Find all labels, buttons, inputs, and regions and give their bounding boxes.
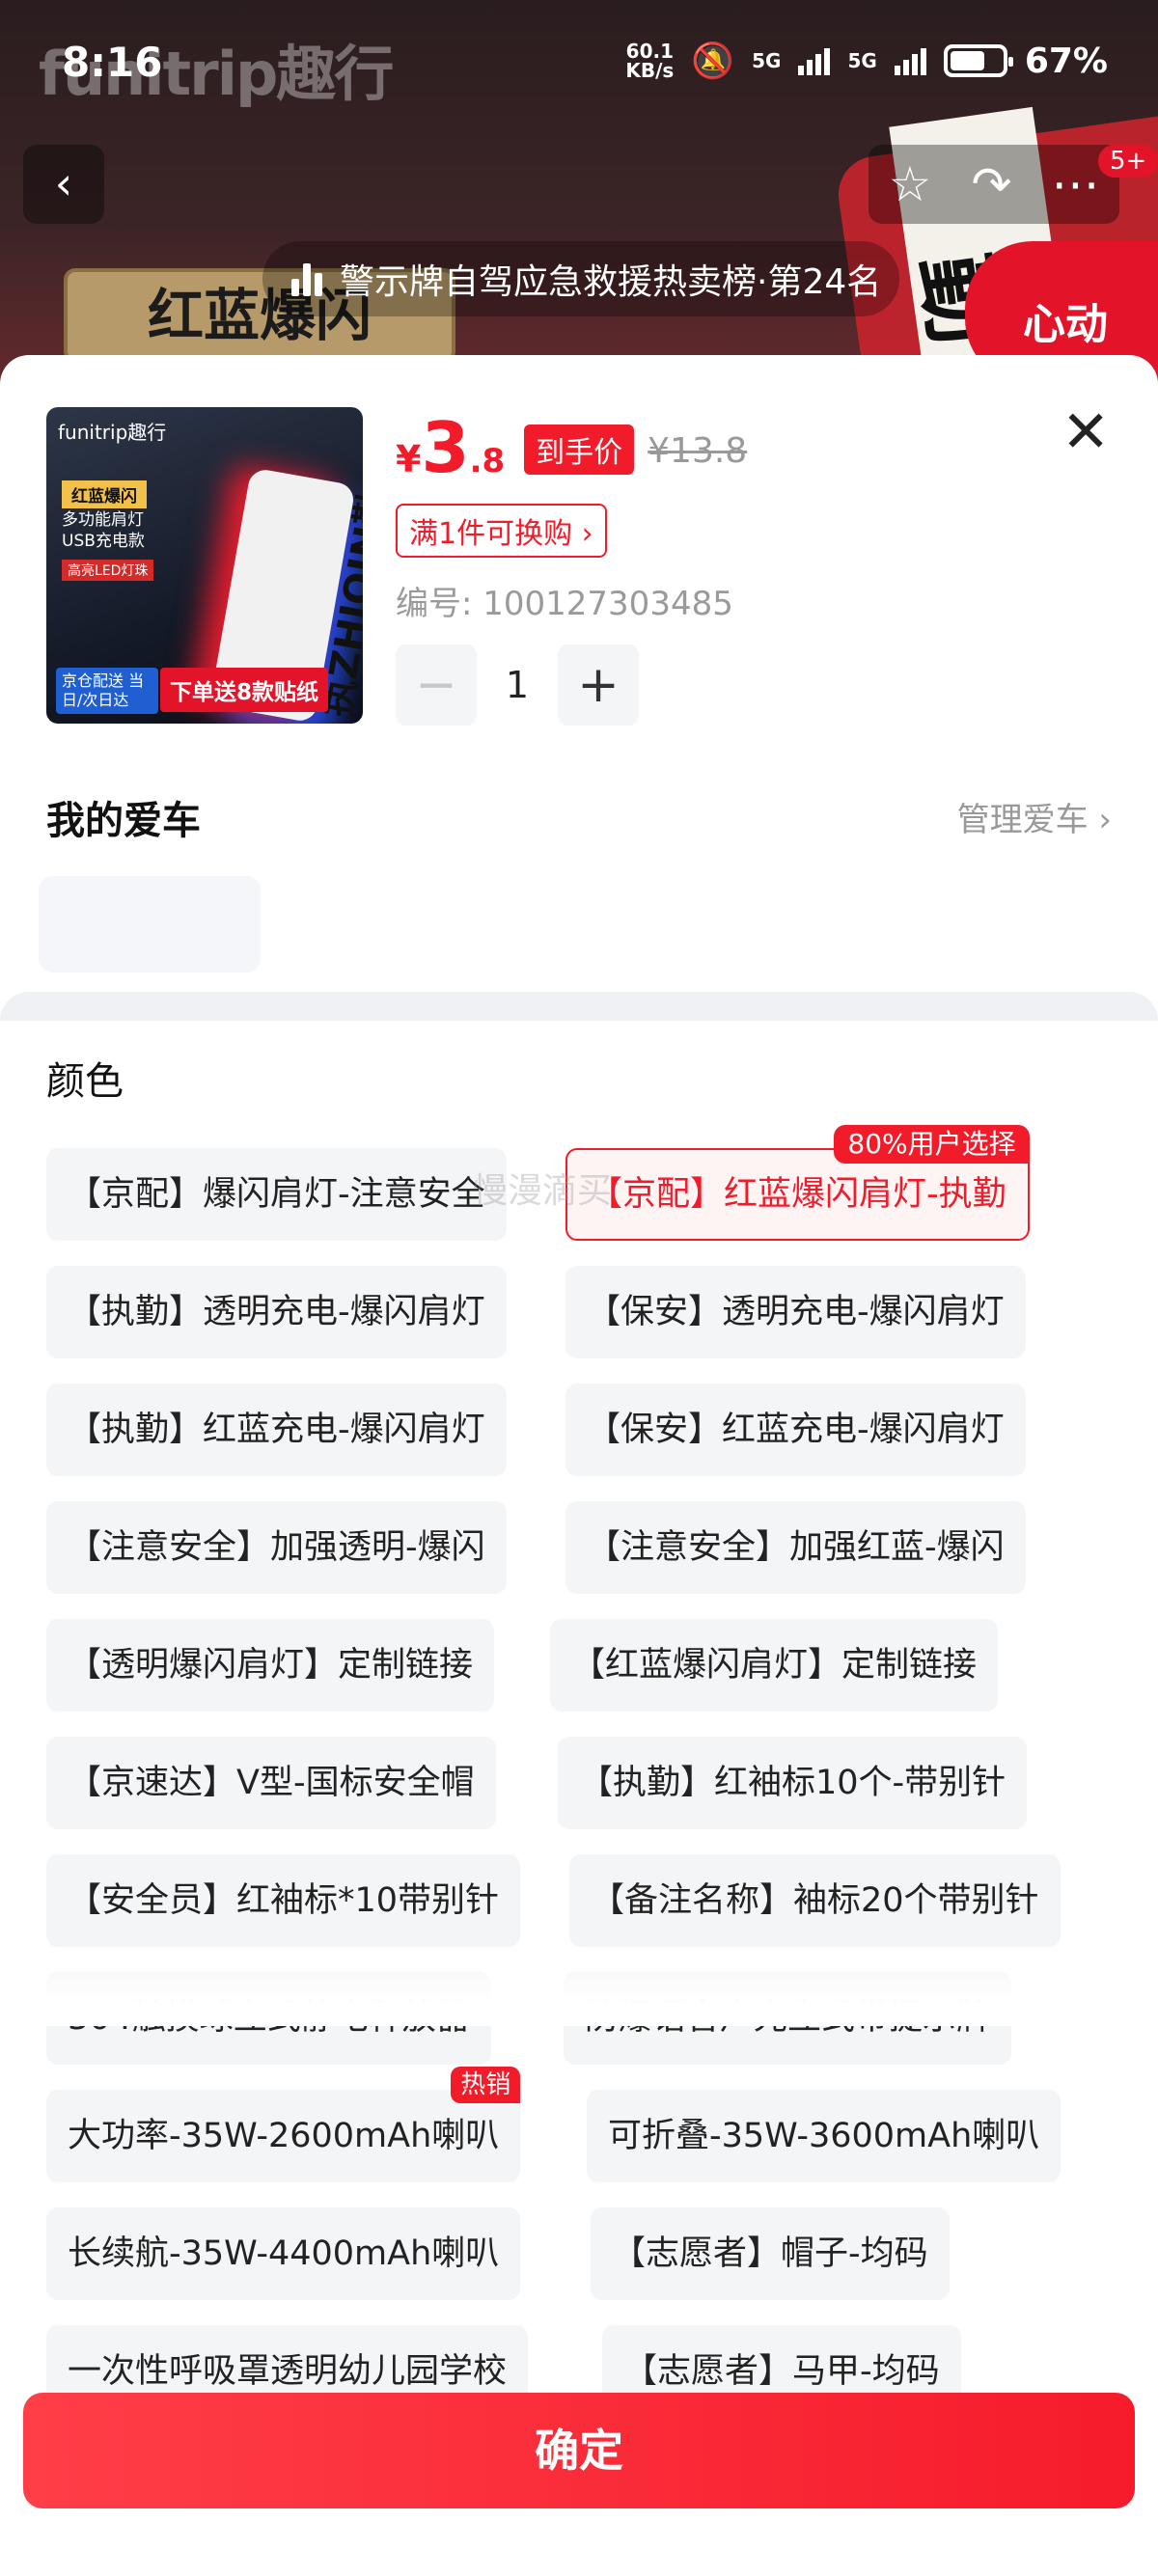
sku-selector-sheet: funitrip趣行 红蓝爆闪 多功能肩灯 USB充电款 高亮LED灯珠 执ZH… — [0, 355, 1158, 2576]
notification-badge: 5+ — [1098, 145, 1158, 178]
color-option[interactable]: 【安全员】红袖标*10带别针 — [46, 1854, 521, 1947]
color-option-label: 【红蓝爆闪肩灯】定制链接 — [571, 1646, 978, 1685]
status-bar: 8:16 60.1 KB/s 🔕 5G 5G 67% — [0, 0, 1158, 125]
car-card[interactable] — [39, 876, 261, 973]
quantity-stepper: − 1 + — [396, 644, 639, 726]
back-button[interactable]: ‹ — [23, 145, 104, 224]
manage-car-link[interactable]: 管理爱车 › — [957, 793, 1112, 840]
color-option[interactable]: 【京速达】V型-国标安全帽 — [46, 1737, 496, 1829]
price-integer: 3 — [421, 407, 470, 488]
color-option[interactable]: 【执勤】透明充电-爆闪肩灯 — [46, 1266, 507, 1358]
color-option-label: 【执勤】红蓝充电-爆闪肩灯 — [68, 1411, 485, 1449]
color-section: 颜色 【京配】爆闪肩灯-注意安全 【京配】红蓝爆闪肩灯-执勤 80%用户选择【执勤】… — [0, 1021, 1158, 2418]
color-option-label: 【执勤】红袖标10个-带别针 — [579, 1764, 1006, 1802]
color-option[interactable]: 【备注名称】袖标20个带别针 — [569, 1854, 1061, 1947]
color-option-label: 长续航-35W-4400mAh喇叭 — [68, 2234, 500, 2273]
sku-number: 编号: 100127303485 — [396, 585, 733, 623]
color-option-label: 【安全员】红袖标*10带别针 — [68, 1881, 500, 1920]
my-car-title: 我的爱车 — [46, 799, 201, 843]
net-speed: 60.1 KB/s — [625, 40, 675, 82]
color-option-label: 【注意安全】加强透明-爆闪 — [68, 1528, 485, 1567]
thumb-logo: funitrip趣行 — [58, 421, 167, 444]
color-option[interactable]: 【志愿者】帽子-均码 — [591, 2207, 950, 2300]
color-option-label: 【京配】红蓝爆闪肩灯-执勤 — [589, 1175, 1006, 1214]
hot-sale-tag: 热销 — [451, 2067, 521, 2103]
star-icon[interactable]: ☆ — [889, 156, 932, 212]
thumb-gift-badge: 下单送8款贴纸 — [160, 668, 329, 712]
color-option[interactable]: 长续航-35W-4400mAh喇叭 — [46, 2207, 521, 2300]
watermark: 慢漫滴买 — [473, 1171, 613, 1211]
trade-in-coupon[interactable]: 满1件可换购 › — [396, 504, 607, 558]
color-option[interactable]: 【执勤】红蓝充电-爆闪肩灯 — [46, 1384, 507, 1476]
color-option-label: 【注意安全】加强红蓝-爆闪 — [587, 1528, 1005, 1567]
color-option-label: 【备注名称】袖标20个带别针 — [591, 1881, 1039, 1920]
product-summary: funitrip趣行 红蓝爆闪 多功能肩灯 USB充电款 高亮LED灯珠 执ZH… — [0, 355, 1158, 760]
my-car-section: 我的爱车 管理爱车 › — [0, 760, 1158, 1021]
color-option[interactable]: 【京配】爆闪肩灯-注意安全 — [46, 1148, 507, 1241]
color-option[interactable]: 【保安】透明充电-爆闪肩灯 — [565, 1266, 1026, 1358]
color-option[interactable]: 【执勤】红袖标10个-带别针 — [558, 1737, 1028, 1829]
color-title: 颜色 — [46, 1059, 124, 1104]
color-option-label: 大功率-35W-2600mAh喇叭 — [68, 2117, 500, 2155]
price-row: ¥ 3 .8 到手价 ¥13.8 — [396, 413, 747, 484]
color-option-label: 【志愿者】帽子-均码 — [612, 2234, 928, 2273]
hand-price-label: 到手价 — [524, 425, 635, 475]
close-button[interactable]: ✕ — [1062, 403, 1110, 461]
signal-icon — [798, 46, 831, 75]
color-option[interactable]: 【红蓝爆闪肩灯】定制链接 — [550, 1619, 999, 1712]
rank-banner[interactable]: 警示牌自驾应急救援热卖榜·第24名 — [262, 241, 899, 316]
color-option[interactable]: 【京配】红蓝爆闪肩灯-执勤 80%用户选择 — [565, 1125, 1030, 1241]
rank-text: 警示牌自驾应急救援热卖榜·第24名 — [340, 262, 882, 302]
increase-button[interactable]: + — [558, 644, 639, 726]
color-option-label: 【执勤】透明充电-爆闪肩灯 — [68, 1293, 485, 1331]
thumb-subtitle: 多功能肩灯 USB充电款 — [62, 510, 145, 551]
thumb-feature: 高亮LED灯珠 — [62, 560, 154, 581]
thumb-title: 红蓝爆闪 — [62, 480, 147, 508]
mute-icon: 🔕 — [691, 41, 735, 81]
section-divider — [0, 992, 1158, 1021]
confirm-button[interactable]: 确定 — [23, 2393, 1135, 2508]
color-option[interactable]: 【注意安全】加强红蓝-爆闪 — [565, 1501, 1026, 1594]
color-option-label: 【志愿者】马甲-均码 — [623, 2352, 940, 2391]
signal-label-2: 5G — [847, 49, 877, 72]
signal-icon — [894, 46, 926, 75]
product-thumbnail[interactable]: funitrip趣行 红蓝爆闪 多功能肩灯 USB充电款 高亮LED灯珠 执ZH… — [46, 407, 363, 724]
color-option[interactable]: 【透明爆闪肩灯】定制链接 — [46, 1619, 495, 1712]
top-actions: ☆ ↷ ⋯ — [868, 145, 1119, 224]
more-icon[interactable]: ⋯ — [1051, 156, 1099, 212]
color-option-label: 【京配】爆闪肩灯-注意安全 — [68, 1175, 485, 1214]
scroll-fade — [0, 1949, 1158, 2026]
color-option-label: 一次性呼吸罩透明幼儿园学校 — [68, 2352, 508, 2391]
popular-choice-tag: 80%用户选择 — [834, 1125, 1030, 1164]
quantity-value[interactable]: 1 — [477, 664, 558, 706]
color-option-label: 【京速达】V型-国标安全帽 — [68, 1764, 475, 1802]
rank-bars-icon — [291, 261, 322, 296]
decrease-button[interactable]: − — [396, 644, 477, 726]
original-price: ¥13.8 — [648, 431, 748, 471]
share-icon[interactable]: ↷ — [971, 156, 1011, 212]
color-option[interactable]: 大功率-35W-2600mAh喇叭 热销 — [46, 2067, 521, 2182]
color-option-label: 【保安】透明充电-爆闪肩灯 — [587, 1293, 1005, 1331]
color-option[interactable]: 可折叠-35W-3600mAh喇叭 — [587, 2090, 1062, 2182]
color-option-label: 【透明爆闪肩灯】定制链接 — [68, 1646, 474, 1685]
price-decimal: .8 — [469, 442, 506, 480]
chevron-left-icon: ‹ — [54, 157, 73, 209]
close-icon: ✕ — [1062, 398, 1111, 466]
signal-label-1: 5G — [752, 49, 782, 72]
battery-percent: 67% — [1024, 41, 1108, 81]
color-option[interactable]: 【保安】红蓝充电-爆闪肩灯 — [565, 1384, 1026, 1476]
currency: ¥ — [396, 438, 422, 480]
color-option[interactable]: 【注意安全】加强透明-爆闪 — [46, 1501, 507, 1594]
battery-icon — [943, 44, 1013, 77]
status-time: 8:16 — [62, 39, 163, 86]
color-option-label: 【保安】红蓝充电-爆闪肩灯 — [587, 1411, 1005, 1449]
color-option-label: 可折叠-35W-3600mAh喇叭 — [608, 2117, 1040, 2155]
thumb-delivery-badge: 京仓配送 当日/次日达 — [56, 668, 158, 714]
